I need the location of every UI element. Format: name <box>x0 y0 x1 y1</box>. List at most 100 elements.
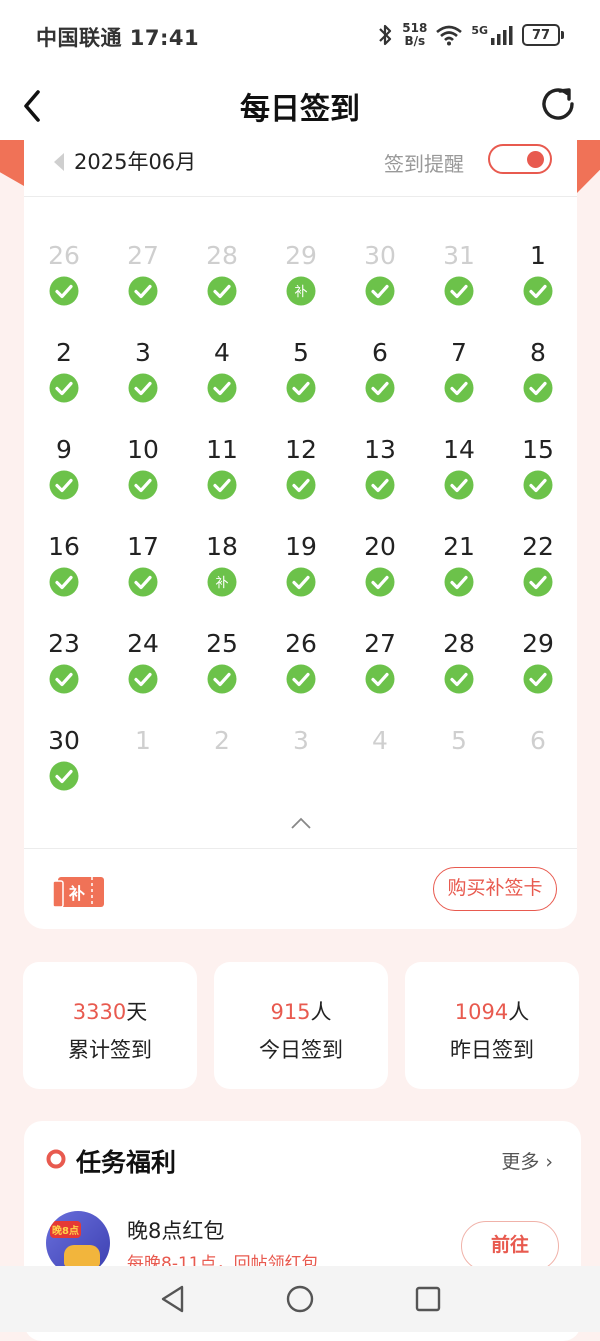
calendar-day[interactable]: 28 <box>187 240 257 306</box>
calendar-day[interactable]: 1 <box>503 240 573 306</box>
check-icon <box>49 373 79 403</box>
calendar-day[interactable]: 31 <box>424 240 494 306</box>
more-link[interactable]: 更多 › <box>501 1147 553 1174</box>
calendar-day[interactable]: 10 <box>108 434 178 500</box>
calendar-day[interactable]: 6 <box>503 725 573 757</box>
collapse-chevron-icon[interactable] <box>290 816 312 830</box>
day-number: 6 <box>530 726 546 755</box>
day-number: 21 <box>443 532 475 561</box>
check-icon <box>286 373 316 403</box>
calendar-day[interactable]: 4 <box>345 725 415 757</box>
calendar-day[interactable]: 6 <box>345 337 415 403</box>
calendar-day[interactable]: 13 <box>345 434 415 500</box>
check-icon <box>444 276 474 306</box>
check-icon <box>523 373 553 403</box>
calendar-day[interactable]: 27 <box>108 240 178 306</box>
day-number: 25 <box>206 629 238 658</box>
check-icon <box>286 567 316 597</box>
calendar-day[interactable]: 8 <box>503 337 573 403</box>
calendar-day[interactable]: 26 <box>29 240 99 306</box>
calendar-day[interactable]: 11 <box>187 434 257 500</box>
calendar-day[interactable]: 14 <box>424 434 494 500</box>
calendar-day[interactable]: 21 <box>424 531 494 597</box>
day-number: 4 <box>214 338 230 367</box>
stat-yesterday-value: 1094 <box>454 1000 509 1024</box>
svg-text:补: 补 <box>215 576 228 591</box>
day-number: 2 <box>214 726 230 755</box>
calendar-day[interactable]: 27 <box>345 628 415 694</box>
prev-month-icon[interactable] <box>52 151 66 173</box>
reminder-toggle[interactable] <box>488 144 552 174</box>
nav-bar: 每日签到 <box>0 72 600 140</box>
calendar-day[interactable]: 4 <box>187 337 257 403</box>
day-number: 6 <box>372 338 388 367</box>
day-number: 27 <box>127 241 159 270</box>
system-nav-bar <box>0 1266 600 1332</box>
calendar-day[interactable]: 17 <box>108 531 178 597</box>
calendar-day[interactable]: 25 <box>187 628 257 694</box>
speed-unit: B/s <box>404 34 426 48</box>
stat-today-value: 915 <box>270 1000 311 1024</box>
calendar-day[interactable]: 23 <box>29 628 99 694</box>
calendar-day[interactable]: 9 <box>29 434 99 500</box>
buy-makeup-card-button[interactable]: 购买补签卡 <box>433 867 557 911</box>
check-icon <box>286 470 316 500</box>
calendar-day[interactable]: 5 <box>266 337 336 403</box>
calendar-day[interactable]: 12 <box>266 434 336 500</box>
status-icons: 518 B/s 5G 77 <box>376 20 564 50</box>
signal-icon <box>491 26 513 45</box>
calendar-day[interactable]: 30 <box>345 240 415 306</box>
day-number: 12 <box>285 435 317 464</box>
network-type: 5G <box>471 23 488 37</box>
day-number: 22 <box>522 532 554 561</box>
calendar-day[interactable]: 16 <box>29 531 99 597</box>
check-icon <box>49 761 79 791</box>
calendar-day[interactable]: 2 <box>187 725 257 757</box>
stat-yesterday-label: 昨日签到 <box>450 1038 534 1062</box>
day-number: 27 <box>364 629 396 658</box>
calendar-day[interactable]: 19 <box>266 531 336 597</box>
calendar-day[interactable]: 22 <box>503 531 573 597</box>
nav-home-icon[interactable] <box>285 1284 315 1314</box>
calendar-day[interactable]: 29 补 <box>266 240 336 306</box>
check-icon <box>523 664 553 694</box>
calendar-day[interactable]: 28 <box>424 628 494 694</box>
nav-back-icon[interactable] <box>158 1284 188 1314</box>
calendar-card: 2025年06月 签到提醒 26 27 28 29 补 30 31 1 2 3 4 5 6 7 8 9 10 11… <box>24 140 577 929</box>
day-number: 24 <box>127 629 159 658</box>
avatar-badge: 晚8点 <box>50 1221 81 1238</box>
ribbon-decoration-left <box>0 140 24 186</box>
day-number: 26 <box>48 241 80 270</box>
svg-text:补: 补 <box>294 285 307 300</box>
calendar-day[interactable]: 30 <box>29 725 99 791</box>
check-icon <box>207 470 237 500</box>
check-icon <box>286 664 316 694</box>
calendar-day[interactable]: 26 <box>266 628 336 694</box>
check-icon <box>365 664 395 694</box>
calendar-day[interactable]: 3 <box>266 725 336 757</box>
calendar-day[interactable]: 15 <box>503 434 573 500</box>
calendar-day[interactable]: 20 <box>345 531 415 597</box>
calendar-day[interactable]: 24 <box>108 628 178 694</box>
calendar-day[interactable]: 3 <box>108 337 178 403</box>
month-label: 2025年06月 <box>74 150 197 174</box>
wifi-icon <box>436 25 463 46</box>
calendar-day[interactable]: 2 <box>29 337 99 403</box>
calendar-day[interactable]: 1 <box>108 725 178 757</box>
go-button[interactable]: 前往 <box>461 1221 559 1271</box>
day-number: 15 <box>522 435 554 464</box>
calendar-day[interactable]: 5 <box>424 725 494 757</box>
day-number: 13 <box>364 435 396 464</box>
toggle-knob <box>527 151 544 168</box>
refresh-icon[interactable] <box>536 82 580 126</box>
nav-recents-icon[interactable] <box>413 1284 443 1314</box>
check-icon <box>365 470 395 500</box>
calendar-day[interactable]: 29 <box>503 628 573 694</box>
check-icon <box>365 567 395 597</box>
stat-total-unit: 天 <box>126 1000 148 1024</box>
check-icon <box>523 276 553 306</box>
calendar-day[interactable]: 18 补 <box>187 531 257 597</box>
stat-today-unit: 人 <box>310 1000 332 1024</box>
battery-level: 77 <box>522 24 560 46</box>
calendar-day[interactable]: 7 <box>424 337 494 403</box>
